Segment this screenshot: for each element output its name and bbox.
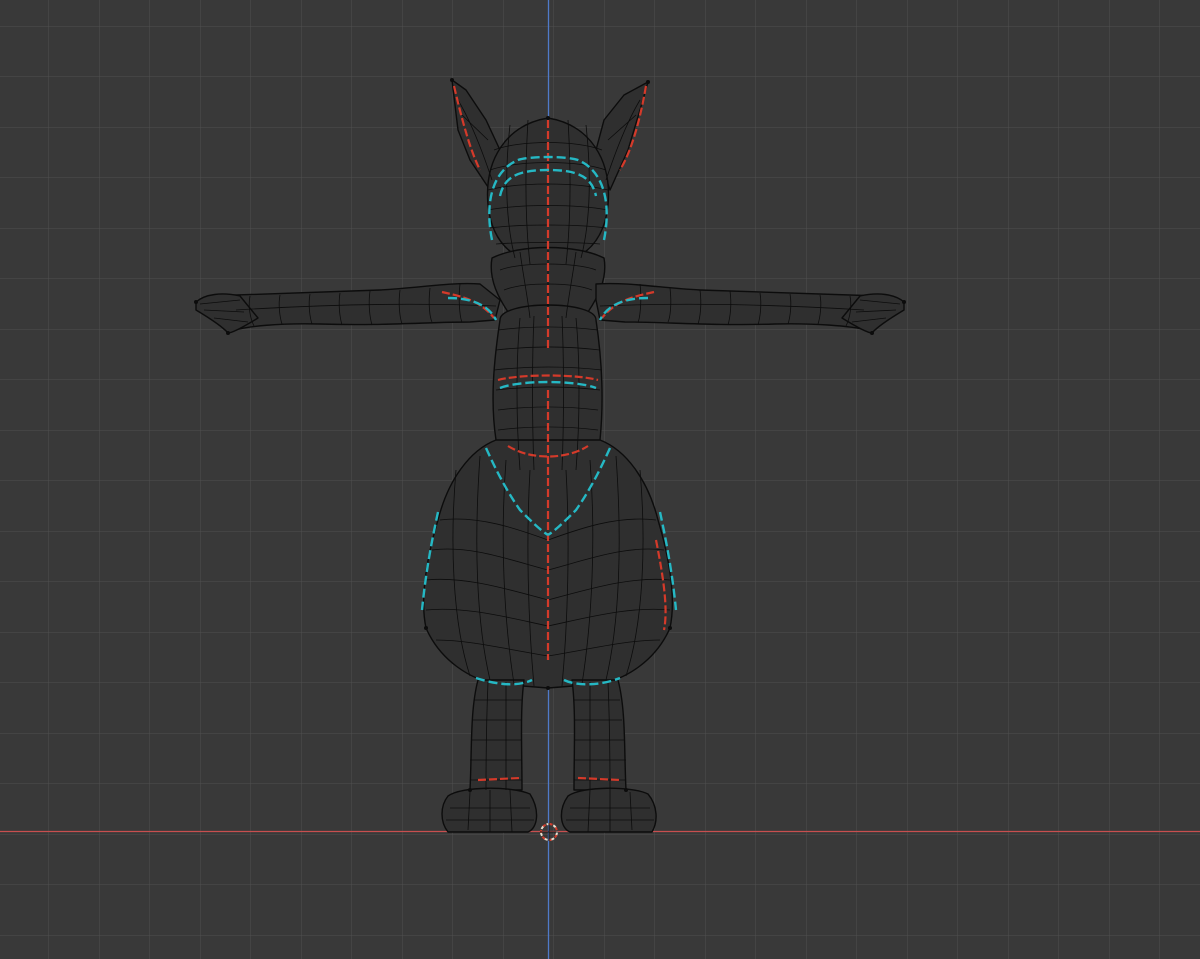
right-paw: [560, 787, 657, 833]
3d-viewport[interactable]: [0, 0, 1200, 959]
viewport-canvas[interactable]: [0, 0, 1200, 959]
left-paw: [441, 787, 538, 833]
left-leg: [469, 679, 525, 791]
right-leg: [571, 679, 627, 791]
